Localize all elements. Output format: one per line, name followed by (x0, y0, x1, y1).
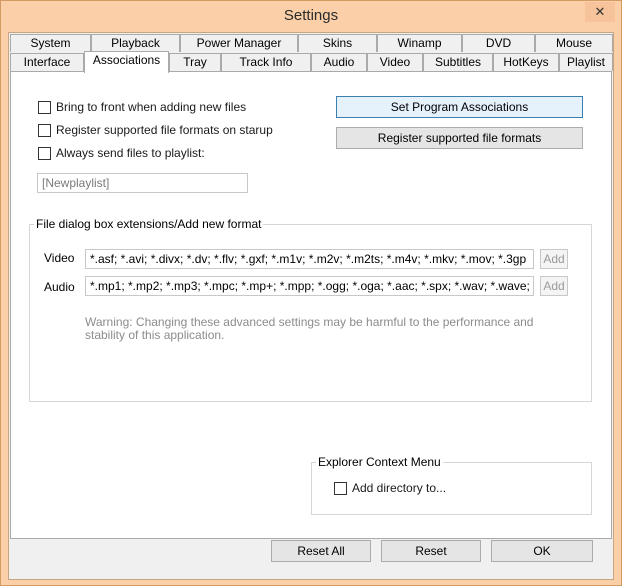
tab-interface[interactable]: Interface (10, 53, 84, 71)
bring-to-front-label: Bring to front when adding new files (56, 100, 247, 114)
tab-winamp[interactable]: Winamp (377, 34, 462, 52)
register-on-startup-label: Register supported file formats on staru… (56, 123, 273, 137)
tab-subtitles[interactable]: Subtitles (423, 53, 493, 71)
tab-associations[interactable]: Associations (84, 51, 169, 73)
explorer-context-menu-title: Explorer Context Menu (316, 455, 443, 469)
always-send-label: Always send files to playlist: (56, 146, 205, 160)
tab-track-info[interactable]: Track Info (221, 53, 311, 71)
tab-video[interactable]: Video (367, 53, 423, 71)
add-directory-checkbox[interactable] (334, 482, 347, 495)
title-bar[interactable]: Settings ✕ (1, 1, 621, 31)
tab-audio[interactable]: Audio (311, 53, 367, 71)
audio-extensions-input[interactable]: *.mp1; *.mp2; *.mp3; *.mpc; *.mp+; *.mpp… (85, 276, 534, 296)
register-formats-button[interactable]: Register supported file formats (336, 127, 583, 149)
tab-dvd[interactable]: DVD (462, 34, 535, 52)
register-on-startup-checkbox[interactable] (38, 124, 51, 137)
reset-all-button[interactable]: Reset All (271, 540, 371, 562)
tab-skins[interactable]: Skins (298, 34, 377, 52)
reset-button[interactable]: Reset (381, 540, 481, 562)
add-audio-button[interactable]: Add (540, 276, 568, 296)
playlist-name-input[interactable]: [Newplaylist] (37, 173, 248, 193)
extensions-group-title: File dialog box extensions/Add new forma… (34, 217, 264, 231)
dialog-client-area: System Playback Power Manager Skins Wina… (8, 32, 614, 580)
always-send-checkbox[interactable] (38, 147, 51, 160)
add-video-button[interactable]: Add (540, 249, 568, 269)
settings-window: Settings ✕ System Playback Power Manager… (0, 0, 622, 586)
set-program-associations-button[interactable]: Set Program Associations (336, 96, 583, 118)
ok-button[interactable]: OK (491, 540, 593, 562)
add-directory-label: Add directory to... (352, 481, 447, 495)
video-extensions-input[interactable]: *.asf; *.avi; *.divx; *.dv; *.flv; *.gxf… (85, 249, 534, 269)
video-label: Video (44, 251, 75, 265)
tab-playback[interactable]: Playback (91, 34, 180, 52)
audio-label: Audio (44, 280, 75, 294)
window-title: Settings (283, 7, 339, 24)
bring-to-front-checkbox[interactable] (38, 101, 51, 114)
tab-power-manager[interactable]: Power Manager (180, 34, 298, 52)
tab-hotkeys[interactable]: HotKeys (493, 53, 559, 71)
warning-text: Warning: Changing these advanced setting… (85, 315, 534, 342)
tab-tray[interactable]: Tray (169, 53, 221, 71)
tab-mouse[interactable]: Mouse (535, 34, 613, 52)
tab-playlist[interactable]: Playlist (559, 53, 613, 71)
associations-panel: Bring to front when adding new files Reg… (10, 71, 612, 539)
close-icon[interactable]: ✕ (585, 2, 615, 22)
tab-system[interactable]: System (10, 34, 91, 52)
